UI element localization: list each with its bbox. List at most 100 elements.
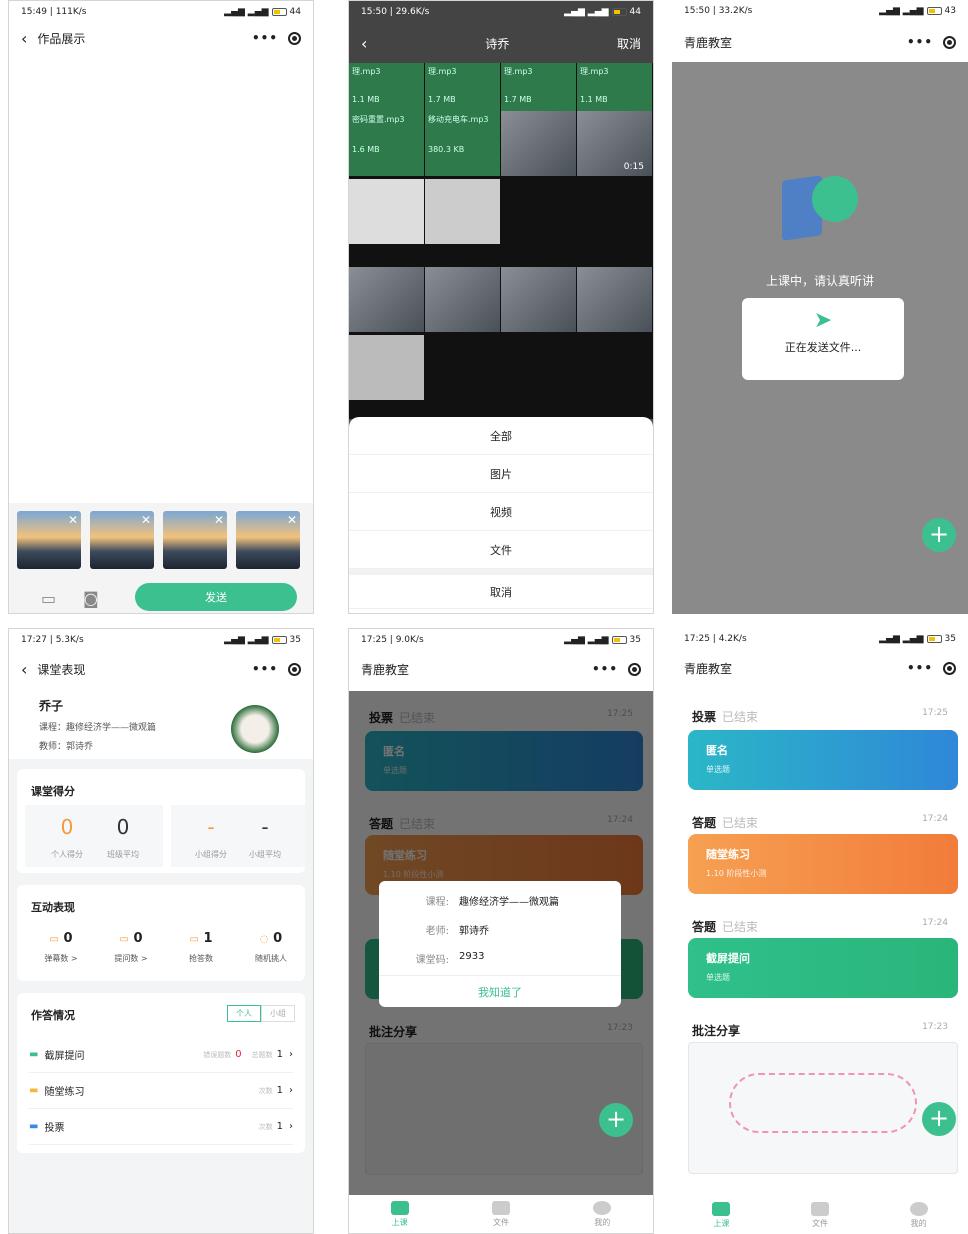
tab-bar: 上课 文件 我的: [349, 1195, 653, 1233]
segment-control: 个人 小组: [227, 1005, 295, 1022]
more-icon[interactable]: •••: [907, 661, 933, 675]
add-button[interactable]: +: [599, 1103, 633, 1137]
status-bar: 15:50 | 29.6K/s ▂▄▆ ▂▄▆ 44: [349, 1, 653, 23]
nav-bar: 青鹿教室 •••: [672, 22, 968, 62]
file-name: 理.mp3: [504, 67, 533, 76]
send-button[interactable]: 发送: [135, 583, 297, 611]
photo-cell[interactable]: [577, 267, 652, 332]
add-button[interactable]: +: [922, 1102, 956, 1136]
sheet-item-videos[interactable]: 视频: [349, 493, 653, 531]
status-icons: ▂▄▆ ▂▄▆ 44: [564, 7, 641, 17]
battery-icon: [271, 8, 287, 16]
close-mini-icon[interactable]: [943, 661, 956, 675]
sheet-cancel[interactable]: 取消: [349, 569, 653, 609]
screenshot-banner[interactable]: 截屏提问 单选题: [688, 938, 958, 998]
hw-row[interactable]: ▬ 投票 次数 1 ›: [29, 1109, 293, 1145]
capsule-menu[interactable]: •••: [907, 35, 956, 49]
camera-icon[interactable]: ◙: [83, 589, 99, 608]
file-name: 理.mp3: [352, 67, 381, 76]
tab-class[interactable]: 上课: [390, 1200, 409, 1228]
status-icons: ▂▄▆ ▂▄▆ 35: [224, 635, 301, 645]
close-mini-icon[interactable]: [288, 662, 301, 676]
photo-thumb[interactable]: ✕: [90, 511, 154, 569]
close-mini-icon[interactable]: [943, 35, 956, 49]
more-icon[interactable]: •••: [907, 35, 933, 49]
capsule-menu[interactable]: •••: [252, 31, 301, 45]
buzz-label: 抢答数: [189, 954, 213, 963]
tab-label: 上课: [391, 1217, 408, 1227]
remove-icon[interactable]: ✕: [68, 513, 78, 527]
action-sheet: 全部 图片 视频 文件 取消: [349, 417, 653, 613]
tab-me[interactable]: 我的: [593, 1200, 612, 1228]
more-icon[interactable]: •••: [252, 662, 278, 676]
section-title: 答题: [692, 816, 717, 830]
capsule-menu[interactable]: •••: [907, 661, 956, 675]
close-mini-icon[interactable]: [288, 31, 301, 45]
remove-icon[interactable]: ✕: [141, 513, 151, 527]
cancel-link[interactable]: 取消: [617, 35, 641, 52]
image-icon[interactable]: ▭: [41, 589, 56, 608]
sheet-item-images[interactable]: 图片: [349, 455, 653, 493]
segment-group[interactable]: 小组: [261, 1005, 295, 1022]
status-bar: 17:27 | 5.3K/s ▂▄▆ ▂▄▆ 35: [9, 629, 313, 651]
photo-thumb[interactable]: ✕: [236, 511, 300, 569]
hw-row[interactable]: ▬ 截屏提问 错误题数 0 总题数 1 ›: [29, 1037, 293, 1073]
question-count: ▭ 0: [97, 931, 165, 946]
sheet-item-all[interactable]: 全部: [349, 417, 653, 455]
buzz-icon: ▭: [189, 934, 199, 945]
status-icons: ▂▄▆ ▂▄▆ 44: [224, 7, 301, 17]
question-link[interactable]: 提问数 >: [97, 953, 165, 964]
photo-cell[interactable]: [501, 111, 576, 176]
page-title: 青鹿教室: [684, 35, 733, 50]
random-icon: ◌: [259, 934, 269, 945]
hw-row[interactable]: ▬ 随堂练习 次数 1 ›: [29, 1073, 293, 1109]
danmu-icon: ▭: [49, 934, 59, 945]
close-mini-icon[interactable]: [628, 662, 641, 676]
dialog-value: 郭诗乔: [459, 926, 489, 937]
video-cell[interactable]: 0:15: [577, 111, 652, 176]
back-icon[interactable]: ‹: [21, 29, 27, 48]
remove-icon[interactable]: ✕: [287, 513, 297, 527]
back-icon[interactable]: ‹: [21, 660, 27, 679]
annotation-thumbnail[interactable]: [688, 1042, 958, 1174]
banner-sub: 1.10 阶段性小测: [706, 869, 767, 878]
segment-personal[interactable]: 个人: [227, 1005, 261, 1022]
capsule-menu[interactable]: •••: [592, 662, 641, 676]
score-label: 班级平均: [107, 850, 139, 859]
tab-files[interactable]: 文件: [810, 1201, 829, 1229]
sheet-item-files[interactable]: 文件: [349, 531, 653, 569]
tab-me[interactable]: 我的: [909, 1201, 928, 1229]
add-button[interactable]: +: [922, 518, 956, 552]
photo-cell[interactable]: [349, 267, 424, 332]
photo-cell[interactable]: [425, 179, 500, 244]
photo-cell[interactable]: [425, 267, 500, 332]
photo-cell[interactable]: [349, 335, 424, 400]
photo-thumb[interactable]: ✕: [163, 511, 227, 569]
file-cell[interactable]: 密码重置.mp3 1.6 MB: [349, 111, 424, 176]
file-size: 1.6 MB: [352, 145, 380, 154]
photo-cell[interactable]: [349, 179, 424, 244]
photo-thumb[interactable]: ✕: [17, 511, 81, 569]
status-time: 17:25 | 9.0K/s: [361, 635, 424, 645]
capsule-menu[interactable]: •••: [252, 662, 301, 676]
section-status: 已结束: [722, 920, 759, 934]
photo-cell[interactable]: [501, 267, 576, 332]
remove-icon[interactable]: ✕: [214, 513, 224, 527]
more-icon[interactable]: •••: [252, 31, 278, 45]
danmu-link[interactable]: 弹幕数 >: [27, 953, 95, 964]
user-icon: [593, 1200, 612, 1215]
back-icon[interactable]: ‹: [361, 34, 367, 53]
tab-class[interactable]: 上课: [712, 1201, 731, 1229]
screen-sending: 15:50 | 33.2K/s ▂▄▆ ▂▄▆ 43 青鹿教室 ••• 上课中，请认…: [672, 0, 968, 614]
score-value: 0: [116, 815, 130, 839]
got-it-button[interactable]: 我知道了: [379, 975, 621, 1007]
file-cell[interactable]: 移动充电车.mp3 380.3 KB: [425, 111, 500, 176]
vote-banner[interactable]: 匿名单选题: [688, 730, 958, 790]
tab-files[interactable]: 文件: [491, 1200, 510, 1228]
question-value: 0: [133, 931, 143, 946]
practice-banner[interactable]: 随堂练习 1.10 阶段性小测: [688, 834, 958, 894]
sending-dialog: ➤ 正在发送文件...: [742, 298, 904, 380]
practice-icon: ▬: [29, 1085, 39, 1096]
more-icon[interactable]: •••: [592, 662, 618, 676]
interaction-card: 互动表现 ▭ 0 弹幕数 > ▭ 0 提问数 > ▭ 1 抢答数 ◌ 0 随机挑…: [17, 885, 305, 981]
